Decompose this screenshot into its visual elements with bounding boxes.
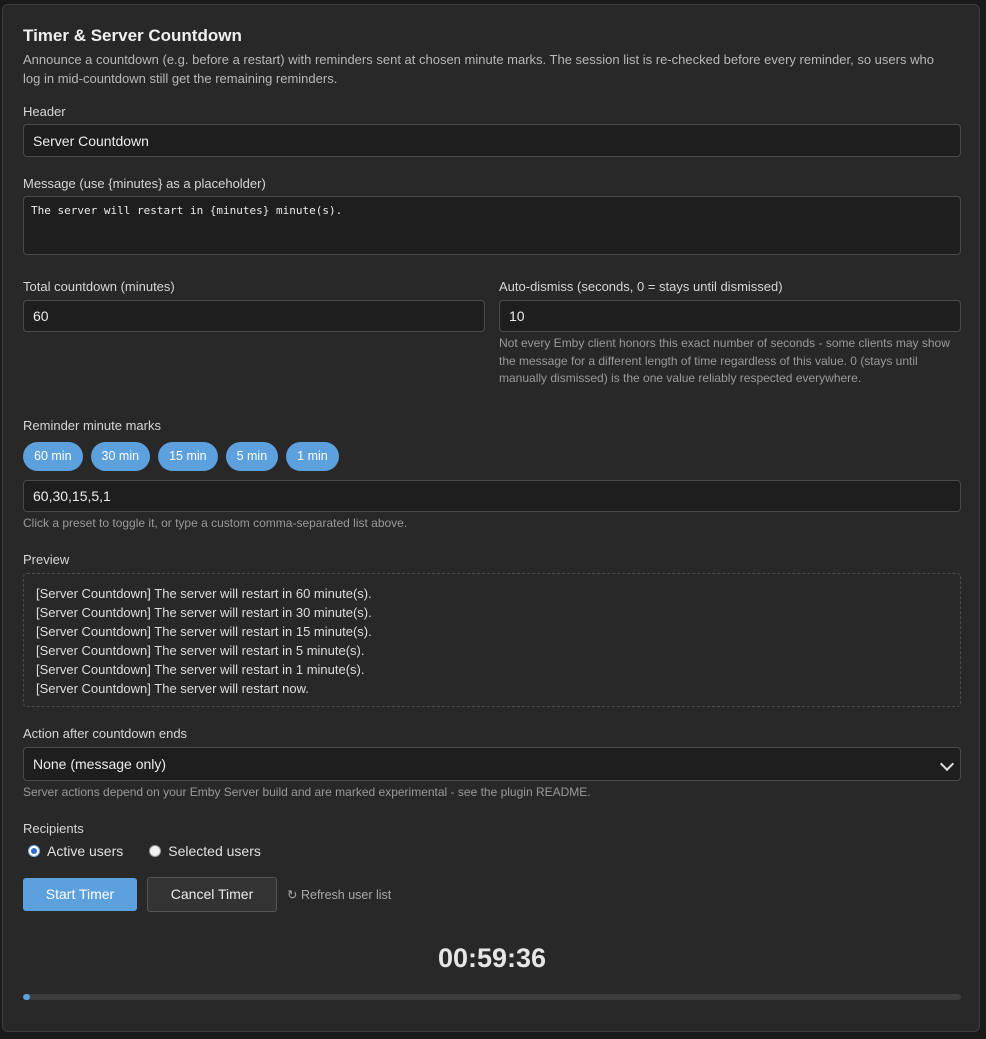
preset-chip-1[interactable]: 1 min [286,442,339,471]
chevron-down-icon [939,756,955,772]
auto-dismiss-input[interactable] [499,300,961,332]
preview-line: [Server Countdown] The server will resta… [36,681,309,696]
preset-chip-5[interactable]: 5 min [225,442,279,471]
reminders-hint: Click a preset to toggle it, or type a c… [23,516,408,530]
preview-line: [Server Countdown] The server will resta… [36,586,372,601]
message-label: Message (use {minutes} as a placeholder) [23,176,266,191]
preset-chip-15[interactable]: 15 min [158,442,218,471]
action-hint: Server actions depend on your Emby Serve… [23,785,591,799]
reminders-input[interactable] [23,480,961,512]
refresh-user-list-link[interactable]: ↻ Refresh user list [287,887,391,902]
cancel-timer-button[interactable]: Cancel Timer [147,877,277,912]
header-input[interactable] [23,124,961,157]
radio-active-users[interactable] [28,845,40,857]
countdown-progress-track [23,994,961,1000]
recipients-options: Active users Selected users [28,843,261,859]
radio-selected-users[interactable] [149,845,162,857]
reminder-presets: 60 min 30 min 15 min 5 min 1 min [23,442,339,471]
refresh-icon: ↻ [287,888,298,902]
preview-line: [Server Countdown] The server will resta… [36,605,372,620]
radio-selected-users-label[interactable]: Selected users [168,843,261,859]
preview-label: Preview [23,552,70,567]
total-countdown-label: Total countdown (minutes) [23,279,175,294]
panel-title: Timer & Server Countdown [23,26,242,45]
radio-active-users-label[interactable]: Active users [47,843,123,859]
start-timer-button[interactable]: Start Timer [23,878,137,911]
preset-chip-60[interactable]: 60 min [23,442,83,471]
preview-box: [Server Countdown] The server will resta… [23,573,961,707]
auto-dismiss-label: Auto-dismiss (seconds, 0 = stays until d… [499,279,783,294]
action-label: Action after countdown ends [23,726,188,741]
refresh-label: Refresh user list [300,888,392,902]
preview-line: [Server Countdown] The server will resta… [36,662,365,677]
preview-line: [Server Countdown] The server will resta… [36,624,372,639]
recipients-label: Recipients [23,821,84,836]
action-select-value: None (message only) [33,756,167,772]
total-countdown-input[interactable] [23,300,485,332]
preview-line: [Server Countdown] The server will resta… [36,643,365,658]
countdown-progress-fill [23,994,30,1000]
action-select[interactable]: None (message only) [23,747,961,781]
panel-description: Announce a countdown (e.g. before a rest… [23,52,934,86]
countdown-panel: Timer & Server Countdown Announce a coun… [2,4,980,1032]
countdown-display: 00:59:36 [437,943,547,973]
preset-chip-30[interactable]: 30 min [90,442,151,471]
message-textarea[interactable]: The server will restart in {minutes} min… [23,196,961,255]
header-label: Header [23,104,66,119]
auto-dismiss-hint: Not every Emby client honors this exact … [499,336,950,385]
reminders-label: Reminder minute marks [23,418,161,433]
